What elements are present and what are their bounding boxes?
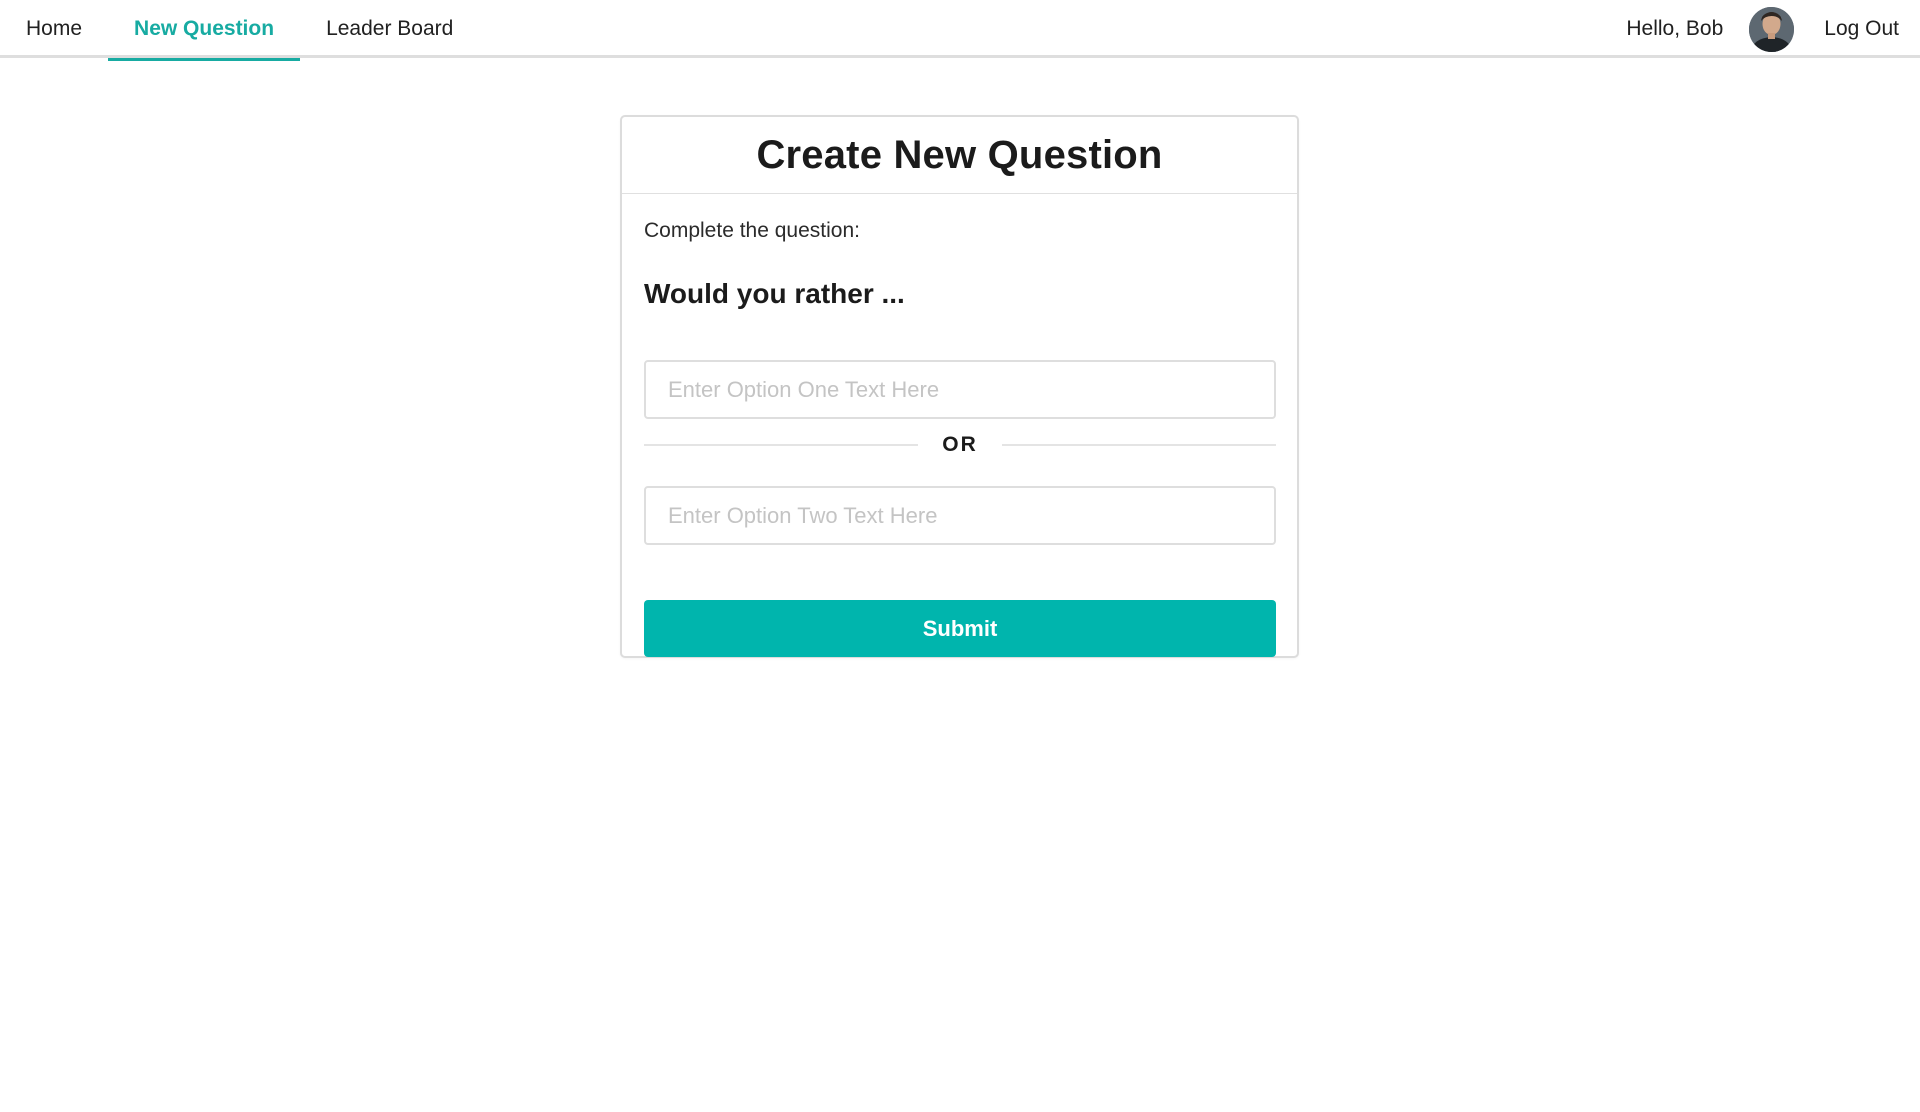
divider-line-left (644, 444, 919, 446)
nav-item-new-question-label: New Question (134, 17, 275, 40)
page-title: Create New Question (756, 132, 1163, 177)
nav-item-leader-board-label: Leader Board (326, 17, 454, 40)
top-nav: Home New Question Leader Board Hello, Bo… (0, 0, 1920, 61)
or-divider: OR (644, 430, 1276, 460)
option-two-input[interactable] (644, 486, 1276, 545)
new-question-card: Create New Question Complete the questio… (620, 115, 1299, 658)
logout-label: Log Out (1824, 17, 1899, 40)
instruction-text: Complete the question: (644, 219, 860, 242)
card-header: Create New Question (622, 117, 1297, 194)
nav-menu: Home New Question Leader Board (0, 0, 479, 61)
divider-label: OR (942, 433, 978, 456)
nav-item-new-question[interactable]: New Question (108, 0, 301, 61)
logout-link[interactable]: Log Out (1794, 0, 1920, 58)
question-lead: Would you rather ... (644, 278, 905, 309)
nav-item-leader-board[interactable]: Leader Board (300, 0, 479, 58)
option-one-input[interactable] (644, 360, 1276, 419)
nav-item-home[interactable]: Home (0, 0, 108, 58)
submit-button[interactable]: Submit (644, 600, 1276, 657)
user-avatar-icon (1749, 6, 1795, 52)
user-menu: Hello, Bob Log Out (1600, 0, 1920, 58)
nav-item-home-label: Home (26, 17, 83, 40)
divider-line-right (1001, 444, 1276, 446)
user-greeting: Hello, Bob (1626, 17, 1724, 40)
